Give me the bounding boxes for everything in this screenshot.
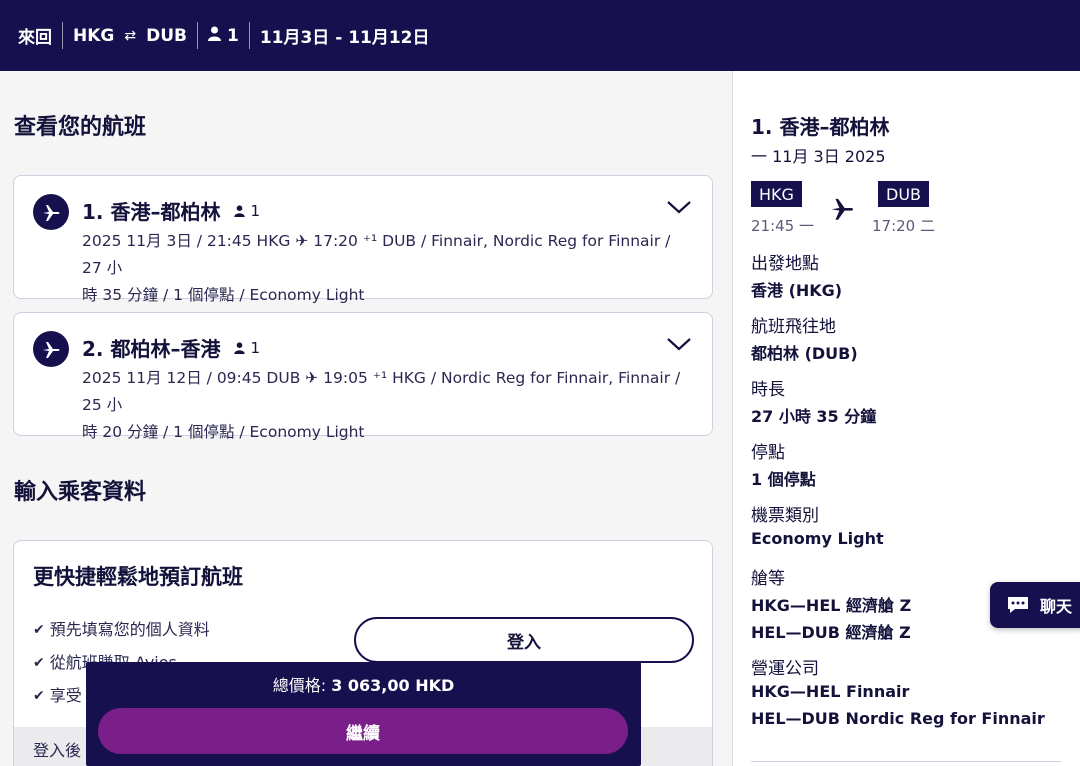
- cabin-value: HKG—HEL 經濟艙 Z: [751, 596, 912, 615]
- departure-time: 21:45 一: [751, 217, 814, 235]
- route: HKG ⇄ DUB: [62, 22, 197, 49]
- round-trip-icon: ⇄: [124, 27, 137, 44]
- flight-passenger-number: 1: [250, 201, 261, 220]
- plane-icon: [831, 198, 854, 220]
- plane-icon: [33, 331, 69, 367]
- search-summary-bar[interactable]: 來回 HKG ⇄ DUB 1 11月3日 - 11月12日: [0, 0, 1080, 71]
- arrival-time: 17:20 二: [872, 217, 935, 235]
- origin-badge: HKG: [751, 181, 802, 207]
- promo-title: 更快捷輕鬆地預訂航班: [33, 565, 243, 589]
- flight-card-return[interactable]: 2. 都柏林–香港 1 2025 11月 12日 / 09:45 DUB ✈ 1…: [13, 312, 713, 441]
- destination-badge: DUB: [878, 181, 930, 207]
- check-icon: ✔: [33, 688, 45, 704]
- flight-summary-sidebar: 1. 香港–都柏林 一 11月 3日 2025 HKG DUB 21:45 一 …: [732, 71, 1080, 766]
- list-item: ✔ 預先填寫您的個人資料: [33, 619, 210, 652]
- passenger-count: 1: [196, 22, 249, 49]
- chevron-down-icon[interactable]: [666, 198, 692, 216]
- travel-dates: 11月3日 - 11月12日: [248, 22, 440, 49]
- detail-label: 機票類別: [751, 506, 819, 526]
- flight-passengers: 1: [234, 339, 260, 357]
- flight-card-outbound[interactable]: 1. 香港–都柏林 1 2025 11月 3日 / 21:45 HKG ✈ 17…: [13, 175, 713, 304]
- benefit-text: 享受: [49, 686, 82, 705]
- detail-label: 停點: [751, 443, 785, 463]
- detail-label: 航班飛往地: [751, 317, 836, 337]
- plane-icon: [33, 194, 69, 230]
- flight-detail-line: 2025 11月 12日 / 09:45 DUB ✈ 19:05 ⁺¹ HKG …: [82, 369, 681, 414]
- destination-code: DUB: [146, 25, 187, 46]
- chevron-down-icon[interactable]: [666, 335, 692, 353]
- flight-detail-line: 2025 11月 3日 / 21:45 HKG ✈ 17:20 ⁺¹ DUB /…: [82, 232, 671, 277]
- flight-detail-line: 時 20 分鐘 / 1 個停點 / Economy Light: [82, 423, 365, 441]
- person-icon: [207, 26, 221, 46]
- origin-code: HKG: [73, 25, 115, 46]
- check-icon: ✔: [33, 655, 45, 671]
- detail-value: 1 個停點: [751, 470, 816, 489]
- operator-value: HEL—DUB Nordic Reg for Finnair: [751, 709, 1045, 728]
- person-icon: [234, 341, 246, 354]
- detail-value: 香港 (HKG): [751, 281, 843, 300]
- flight-passenger-number: 1: [250, 338, 261, 357]
- chat-label: 聊天: [1040, 597, 1073, 616]
- person-icon: [234, 204, 246, 217]
- login-button[interactable]: 登入: [354, 617, 694, 663]
- trip-type: 來回: [18, 28, 52, 48]
- flight-title: 2. 都柏林–香港 1: [82, 333, 260, 362]
- check-icon: ✔: [33, 622, 45, 638]
- continue-button[interactable]: 繼續: [98, 708, 628, 754]
- summary-date: 一 11月 3日 2025: [751, 147, 886, 166]
- passenger-number: 1: [226, 25, 239, 46]
- price-bar: 總價格: 3 063,00 HKD 繼續: [86, 662, 641, 766]
- flight-route: 2. 都柏林–香港: [82, 337, 221, 361]
- review-flights-heading: 查看您的航班: [14, 115, 147, 140]
- flight-route: 1. 香港–都柏林: [82, 200, 221, 224]
- chat-button[interactable]: 聊天: [990, 582, 1080, 628]
- divider: [751, 761, 1061, 762]
- flight-title: 1. 香港–都柏林 1: [82, 196, 260, 225]
- summary-route-title: 1. 香港–都柏林: [751, 115, 890, 139]
- flight-details: 2025 11月 3日 / 21:45 HKG ✈ 17:20 ⁺¹ DUB /…: [82, 228, 692, 309]
- flight-detail-line: 時 35 分鐘 / 1 個停點 / Economy Light: [82, 286, 365, 304]
- total-price-value: 3 063,00 HKD: [331, 676, 455, 695]
- operator-value: HKG—HEL Finnair: [751, 682, 910, 701]
- operator-label: 營運公司: [751, 659, 819, 679]
- passenger-info-heading: 輸入乘客資料: [14, 480, 147, 505]
- detail-label: 時長: [751, 380, 785, 400]
- chat-bubble-icon: [1008, 597, 1028, 613]
- benefit-text: 預先填寫您的個人資料: [49, 620, 210, 639]
- detail-value: 都柏林 (DUB): [751, 344, 858, 363]
- total-price-label: 總價格:: [272, 676, 332, 695]
- detail-value: 27 小時 35 分鐘: [751, 407, 877, 426]
- detail-label: 出發地點: [751, 254, 819, 274]
- flight-details: 2025 11月 12日 / 09:45 DUB ✈ 19:05 ⁺¹ HKG …: [82, 365, 692, 446]
- detail-value: Economy Light: [751, 529, 884, 548]
- cabin-label: 艙等: [751, 569, 785, 589]
- cabin-value: HEL—DUB 經濟艙 Z: [751, 623, 911, 642]
- flight-passengers: 1: [234, 202, 260, 220]
- total-price: 總價格: 3 063,00 HKD: [86, 672, 641, 696]
